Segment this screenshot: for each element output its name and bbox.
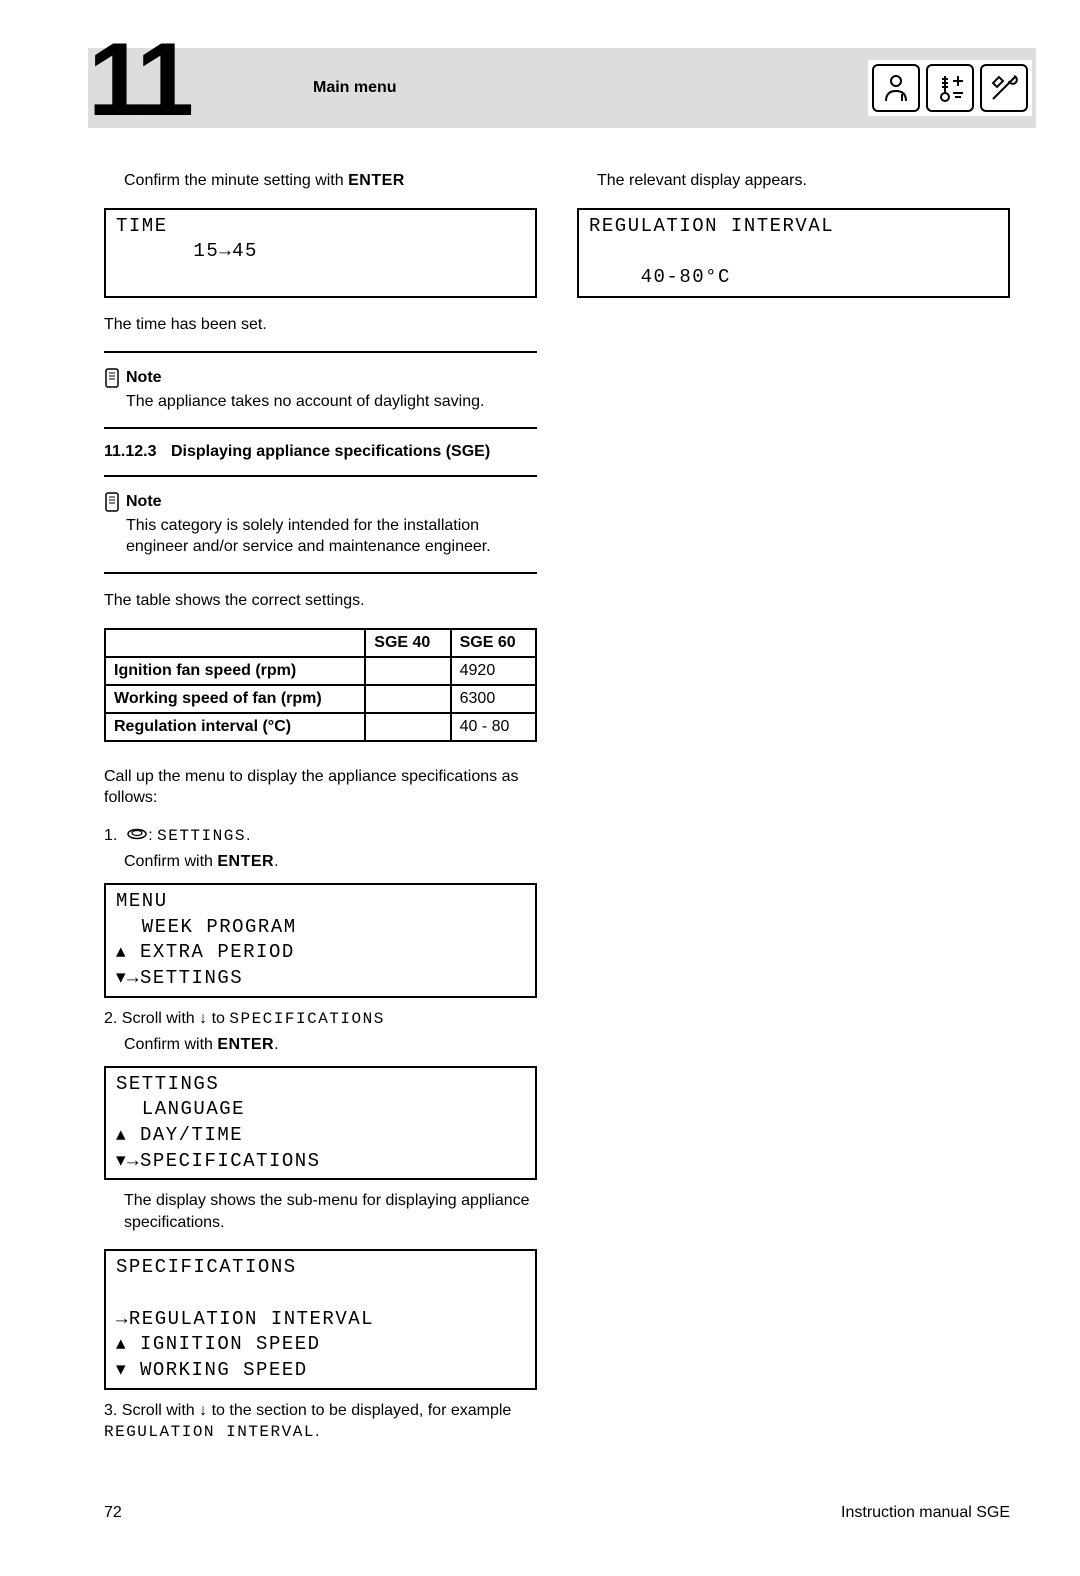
step1-target: SETTINGS	[157, 827, 246, 845]
lcd-reg-title: REGULATION INTERVAL	[589, 215, 834, 237]
row-label: Regulation interval (°C)	[105, 713, 365, 741]
left-column: Confirm the minute setting with ENTER TI…	[104, 170, 537, 1444]
step3-target: REGULATION INTERVAL	[104, 1423, 315, 1441]
lcd-menu-title: MENU	[116, 890, 168, 912]
lcd-specifications: SPECIFICATIONS →REGULATION INTERVAL ▴ IG…	[104, 1249, 537, 1389]
lcd-settings-line: ▾→SPECIFICATIONS	[116, 1150, 321, 1172]
note-heading: Note	[104, 367, 537, 389]
relevant-display-text: The relevant display appears.	[597, 170, 1010, 192]
note2-text: This category is solely intended for the…	[126, 515, 537, 558]
submenu-text: The display shows the sub-menu for displ…	[124, 1190, 537, 1233]
right-column: The relevant display appears. REGULATION…	[577, 170, 1010, 1444]
step-2: 2. Scroll with ↓ to SPECIFICATIONS Confi…	[104, 1008, 537, 1056]
table-intro: The table shows the correct settings.	[104, 590, 537, 612]
lcd-specs-line: ▾ WORKING SPEED	[116, 1359, 308, 1381]
chapter-number: 11	[88, 21, 190, 140]
enter-keyword: ENTER	[217, 853, 274, 870]
cell	[365, 657, 450, 685]
enter-keyword: ENTER	[217, 1036, 274, 1053]
page-number: 72	[104, 1504, 122, 1522]
lcd-settings-line: ▴ DAY/TIME	[116, 1124, 243, 1146]
confirm-minute-text: Confirm the minute setting with	[124, 172, 348, 189]
lcd-specs-blank	[116, 1282, 129, 1304]
confirm-with-text: Confirm with	[124, 853, 217, 870]
manual-name: Instruction manual SGE	[841, 1504, 1010, 1522]
lcd-menu-line: WEEK PROGRAM	[116, 916, 297, 938]
note-icon	[104, 367, 120, 389]
lcd-specs-line: ▴ IGNITION SPEED	[116, 1333, 321, 1355]
lcd-time: TIME 15→45	[104, 208, 537, 298]
chapter-title: Main menu	[313, 79, 397, 97]
note-heading: Note	[104, 491, 537, 513]
dial-icon	[126, 825, 148, 847]
lcd-menu: MENU WEEK PROGRAM ▴ EXTRA PERIOD ▾→SETTI…	[104, 883, 537, 998]
cell: 4920	[451, 657, 536, 685]
horizontal-rule	[104, 572, 537, 574]
step3-period: .	[315, 1423, 319, 1440]
note1-text: The appliance takes no account of daylig…	[126, 391, 537, 413]
section-number: 11.12.3	[104, 443, 157, 460]
horizontal-rule	[104, 427, 537, 429]
time-set-text: The time has been set.	[104, 314, 537, 336]
step2-middle: to	[207, 1010, 229, 1027]
step-3: 3. Scroll with ↓ to the section to be di…	[104, 1400, 537, 1444]
table-row: Ignition fan speed (rpm) 4920	[105, 657, 536, 685]
table-row: Regulation interval (°C) 40 - 80	[105, 713, 536, 741]
cell	[365, 713, 450, 741]
callup-text: Call up the menu to display the applianc…	[104, 766, 537, 809]
note-label: Note	[126, 369, 162, 387]
section-title: Displaying appliance specifications (SGE…	[171, 443, 490, 460]
installer-icon	[872, 64, 920, 112]
horizontal-rule	[104, 351, 537, 353]
table-header: SGE 40	[365, 629, 450, 657]
row-label: Ignition fan speed (rpm)	[105, 657, 365, 685]
step3-prefix: 3. Scroll with	[104, 1402, 199, 1419]
chapter-header: 11 Main menu	[88, 48, 1036, 128]
table-row: Working speed of fan (rpm) 6300	[105, 685, 536, 713]
lcd-settings-line: LANGUAGE	[116, 1098, 245, 1120]
page-footer: 72 Instruction manual SGE	[104, 1504, 1010, 1522]
lcd-reg-value: 40-80°C	[589, 266, 731, 288]
step2-prefix: 2. Scroll with	[104, 1010, 199, 1027]
table-header-row: SGE 40 SGE 60	[105, 629, 536, 657]
spec-table: SGE 40 SGE 60 Ignition fan speed (rpm) 4…	[104, 628, 537, 742]
step3-middle: to the section to be displayed, for exam…	[207, 1402, 511, 1419]
cell: 40 - 80	[451, 713, 536, 741]
table-header	[105, 629, 365, 657]
note-label: Note	[126, 493, 162, 511]
section-heading: 11.12.3 Displaying appliance specificati…	[104, 443, 537, 461]
lcd-time-title: TIME	[116, 215, 168, 237]
enter-keyword: ENTER	[348, 172, 405, 189]
lcd-regulation-interval: REGULATION INTERVAL 40-80°C	[577, 208, 1010, 298]
lcd-time-value: 15→45	[193, 240, 258, 262]
temperature-icon	[926, 64, 974, 112]
lcd-settings: SETTINGS LANGUAGE ▴ DAY/TIME ▾→SPECIFICA…	[104, 1066, 537, 1181]
horizontal-rule	[104, 475, 537, 477]
note-icon	[104, 491, 120, 513]
down-arrow-icon: ↓	[199, 1010, 207, 1027]
confirm-minute-line: Confirm the minute setting with ENTER	[124, 170, 537, 192]
lcd-settings-title: SETTINGS	[116, 1073, 219, 1095]
tools-icon	[980, 64, 1028, 112]
step2-target: SPECIFICATIONS	[229, 1010, 384, 1028]
cell	[365, 685, 450, 713]
table-header: SGE 60	[451, 629, 536, 657]
lcd-menu-line: ▴ EXTRA PERIOD	[116, 941, 295, 963]
step-1: 1. : SETTINGS. Confirm with ENTER.	[104, 825, 537, 873]
step1-colon: :	[148, 827, 157, 844]
confirm-with-text: Confirm with	[124, 1036, 217, 1053]
lcd-specs-title: SPECIFICATIONS	[116, 1256, 297, 1278]
down-arrow-icon: ↓	[199, 1402, 207, 1419]
lcd-menu-line: ▾→SETTINGS	[116, 967, 243, 989]
cell: 6300	[451, 685, 536, 713]
row-label: Working speed of fan (rpm)	[105, 685, 365, 713]
lcd-specs-line: →REGULATION INTERVAL	[116, 1308, 374, 1330]
header-icon-group	[868, 60, 1032, 116]
